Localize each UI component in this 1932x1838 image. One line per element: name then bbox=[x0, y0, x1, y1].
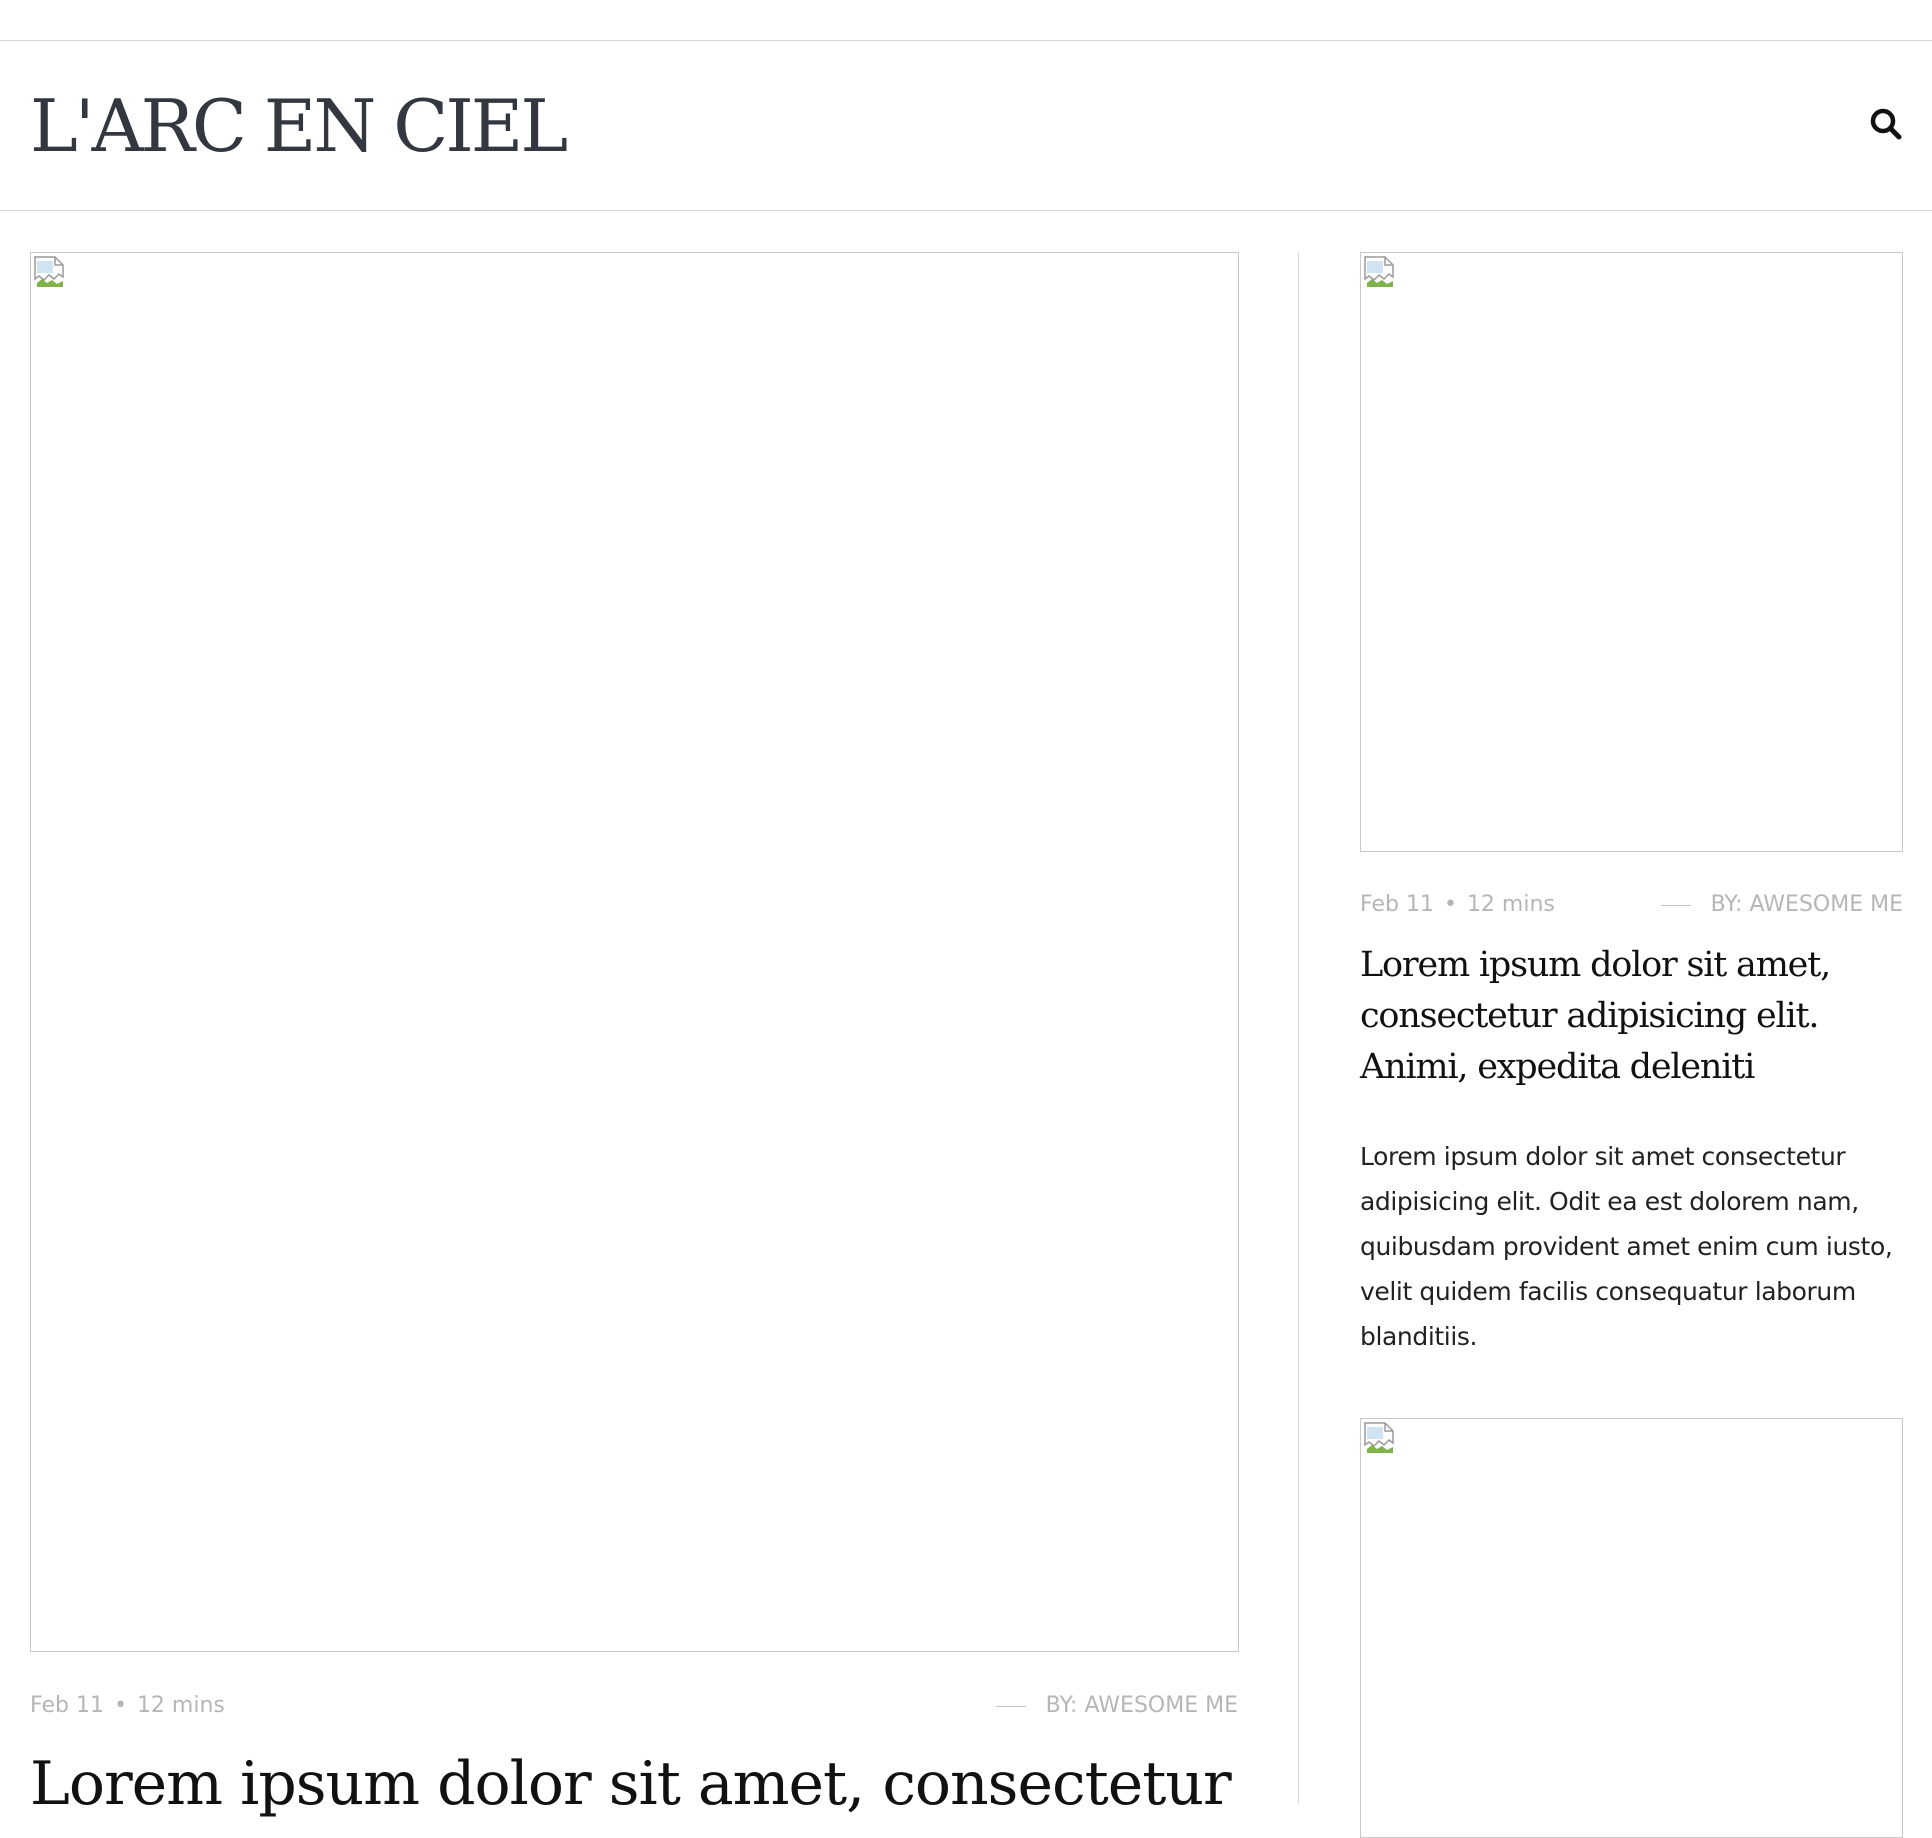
broken-image-icon bbox=[34, 256, 64, 287]
side-post-image-2[interactable] bbox=[1360, 1418, 1903, 1838]
side-post-image[interactable] bbox=[1360, 252, 1903, 852]
broken-image-icon bbox=[1364, 256, 1394, 287]
search-button[interactable] bbox=[1866, 104, 1906, 144]
featured-byline: BY: AWESOME ME bbox=[995, 1692, 1238, 1720]
featured-author[interactable]: BY: AWESOME ME bbox=[1046, 1693, 1238, 1718]
search-icon bbox=[1870, 108, 1902, 140]
side-post-author[interactable]: BY: AWESOME ME bbox=[1711, 892, 1903, 917]
byline-dash bbox=[995, 1705, 1026, 1707]
meta-separator: • bbox=[1443, 892, 1457, 917]
top-bar bbox=[0, 0, 1932, 41]
side-post-byline: BY: AWESOME ME bbox=[1660, 891, 1903, 919]
meta-separator: • bbox=[113, 1693, 127, 1718]
featured-meta: Feb 11 • 12 mins bbox=[30, 1692, 225, 1720]
side-post-read-time: 12 mins bbox=[1466, 892, 1555, 917]
column-divider bbox=[1298, 252, 1299, 1804]
broken-image-icon bbox=[1364, 1422, 1394, 1453]
featured-read-time: 12 mins bbox=[136, 1693, 225, 1718]
site-header: L'ARC EN CIEL bbox=[0, 41, 1932, 211]
byline-dash bbox=[1660, 904, 1691, 906]
side-post-meta: Feb 11 • 12 mins bbox=[1360, 891, 1555, 919]
side-post-title[interactable]: Lorem ipsum dolor sit amet, consectetur … bbox=[1360, 940, 1910, 1093]
featured-date: Feb 11 bbox=[30, 1693, 104, 1718]
featured-image[interactable] bbox=[30, 252, 1239, 1652]
side-post-date: Feb 11 bbox=[1360, 892, 1434, 917]
featured-title[interactable]: Lorem ipsum dolor sit amet, consectetur bbox=[30, 1744, 1240, 1824]
site-logo[interactable]: L'ARC EN CIEL bbox=[30, 81, 568, 171]
side-post-excerpt: Lorem ipsum dolor sit amet consectetur a… bbox=[1360, 1142, 1893, 1351]
